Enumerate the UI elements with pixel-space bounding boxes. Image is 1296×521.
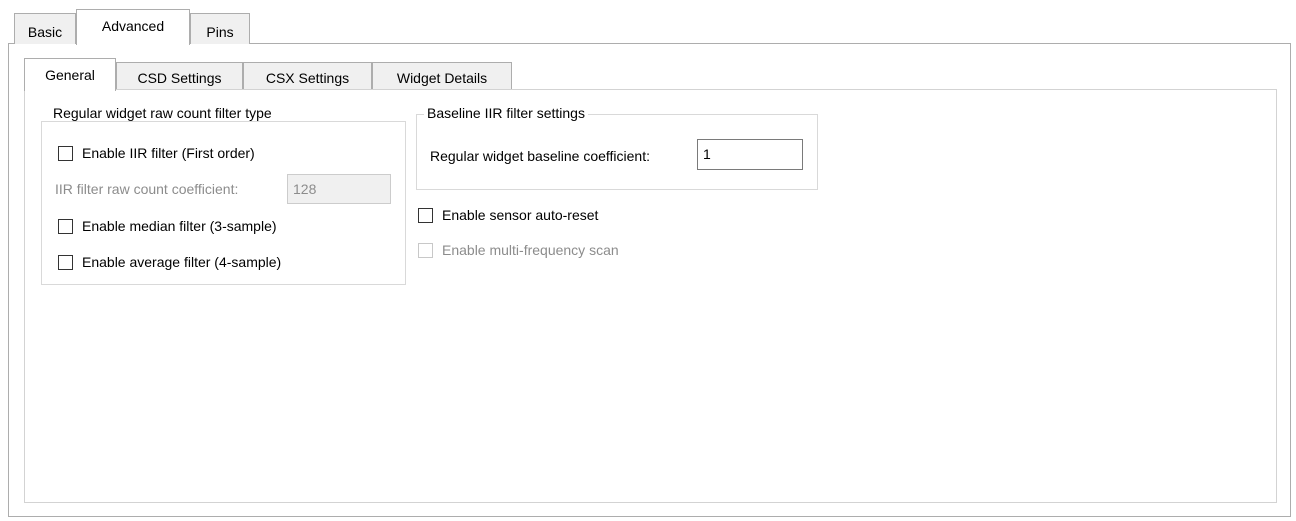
baseline-coefficient-label: Regular widget baseline coefficient: xyxy=(430,148,650,164)
enable-average-filter-option[interactable]: Enable average filter (4-sample) xyxy=(58,253,281,271)
enable-median-filter-checkbox[interactable] xyxy=(58,218,73,234)
tab-widget-details[interactable]: Widget Details xyxy=(372,62,512,89)
tab-csd-settings[interactable]: CSD Settings xyxy=(116,62,243,89)
enable-median-filter-label: Enable median filter (3-sample) xyxy=(82,218,277,234)
multi-frequency-scan-label: Enable multi-frequency scan xyxy=(442,242,619,258)
sensor-auto-reset-label: Enable sensor auto-reset xyxy=(442,207,599,223)
baseline-iir-group-title: Baseline IIR filter settings xyxy=(424,105,588,121)
iir-coefficient-field[interactable]: 128 xyxy=(287,174,391,204)
tab-general[interactable]: General xyxy=(24,58,116,91)
enable-median-filter-option[interactable]: Enable median filter (3-sample) xyxy=(58,217,277,235)
tab-advanced[interactable]: Advanced xyxy=(76,9,190,45)
enable-iir-filter-label: Enable IIR filter (First order) xyxy=(82,145,255,161)
iir-coefficient-label: IIR filter raw count coefficient: xyxy=(55,181,239,197)
enable-average-filter-checkbox[interactable] xyxy=(58,254,73,270)
tab-basic[interactable]: Basic xyxy=(14,13,76,44)
tab-csx-settings[interactable]: CSX Settings xyxy=(243,62,372,89)
multi-frequency-scan-checkbox xyxy=(418,242,433,258)
enable-iir-filter-option[interactable]: Enable IIR filter (First order) xyxy=(58,144,255,162)
enable-average-filter-label: Enable average filter (4-sample) xyxy=(82,254,282,270)
multi-frequency-scan-option: Enable multi-frequency scan xyxy=(418,241,619,259)
sensor-auto-reset-checkbox[interactable] xyxy=(418,207,433,223)
baseline-coefficient-field[interactable]: 1 xyxy=(697,139,803,170)
raw-count-filter-group-title: Regular widget raw count filter type xyxy=(50,105,275,121)
enable-iir-filter-checkbox[interactable] xyxy=(58,145,73,161)
sensor-auto-reset-option[interactable]: Enable sensor auto-reset xyxy=(418,206,598,224)
advanced-settings-window: Basic Advanced Pins General CSD Settings… xyxy=(0,0,1296,521)
tab-pins[interactable]: Pins xyxy=(190,13,250,44)
